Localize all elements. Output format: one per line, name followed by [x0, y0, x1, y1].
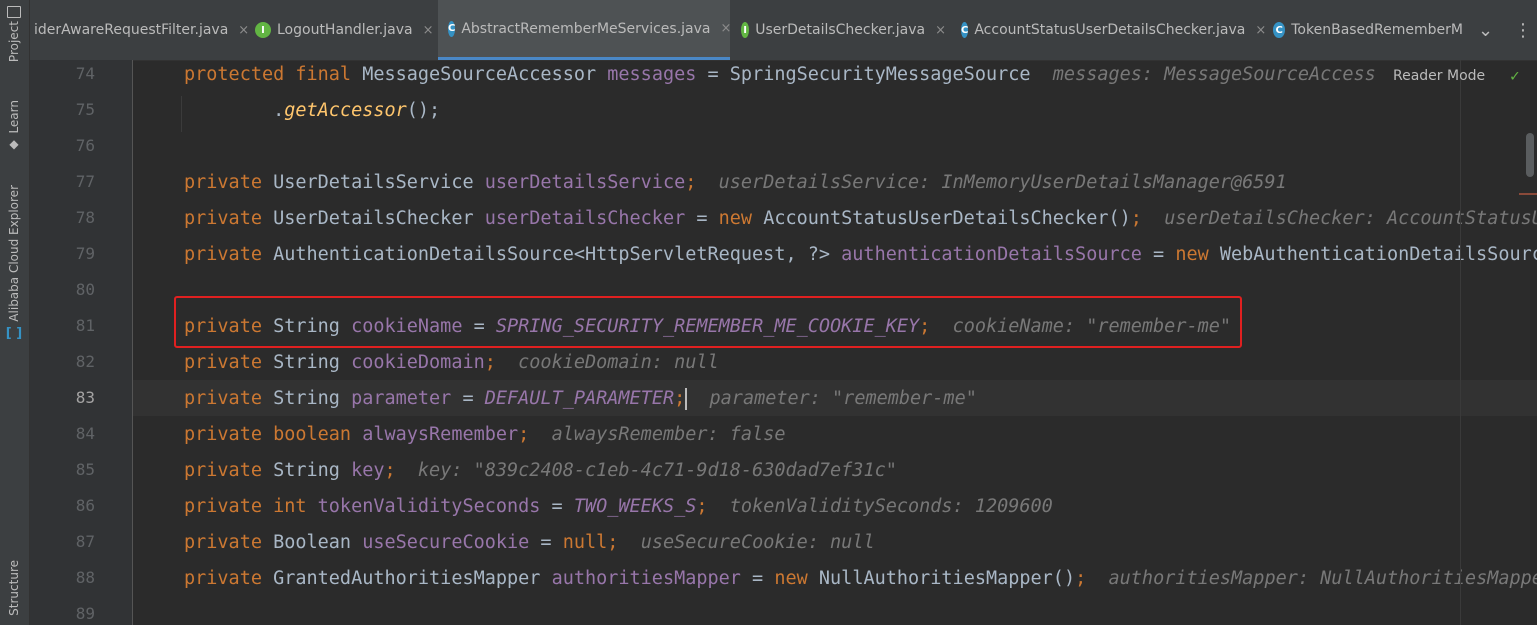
inline-value-hint: alwaysRemember: false: [551, 424, 786, 445]
line-number: 81: [75, 316, 95, 335]
inline-value-hint: key: "839c2408-c1eb-4c71-9d18-630dad7ef3…: [417, 460, 897, 481]
inline-value-hint: userDetailsService: InMemoryUserDetailsM…: [718, 172, 1287, 193]
tab-more-menu[interactable]: ⋮: [1514, 0, 1532, 60]
tab-label: AbstractRememberMeServices.java: [461, 20, 711, 37]
inline-value-hint: cookieDomain: null: [518, 352, 719, 373]
more-vertical-icon: ⋮: [1514, 19, 1532, 41]
code-line-83: private String parameter = DEFAULT_PARAM…: [184, 388, 977, 410]
inline-value-hint: parameter: "remember-me": [709, 388, 977, 409]
line-number: 76: [75, 136, 95, 155]
code-line-87: private Boolean useSecureCookie = null; …: [184, 532, 875, 553]
line-number: 74: [75, 64, 95, 83]
tab-abstract-remember-me-services[interactable]: C AbstractRememberMeServices.java ×: [438, 0, 731, 60]
line-number: 80: [75, 280, 95, 299]
close-icon[interactable]: ×: [935, 23, 946, 38]
close-icon[interactable]: ×: [1255, 23, 1266, 38]
checkmark-icon[interactable]: ✓: [1510, 66, 1520, 85]
project-label: Project: [7, 21, 21, 63]
indent-guide: [181, 96, 182, 132]
tab-account-status-user-details-checker[interactable]: C AccountStatusUserDetailsChecker.java ×: [961, 0, 1266, 60]
alibaba-cloud-icon: [ ]: [5, 325, 23, 341]
line-number-gutter[interactable]: 74 75 76 77 78 79 80 81 82 83 84 85 86 8…: [30, 60, 133, 625]
folder-icon: [7, 6, 21, 18]
code-line-77: private UserDetailsService userDetailsSe…: [184, 172, 1287, 193]
tab-label: iderAwareRequestFilter.java: [34, 22, 229, 38]
class-icon: C: [961, 22, 969, 38]
line-number: 75: [75, 100, 95, 119]
vertical-scrollbar-thumb[interactable]: [1526, 133, 1534, 177]
inline-value-hint: authoritiesMapper: NullAuthoritiesMapper: [1108, 568, 1537, 589]
code-line-84: private boolean alwaysRemember; alwaysRe…: [184, 424, 786, 445]
code-line-74: protected final MessageSourceAccessor me…: [184, 64, 1376, 85]
tab-user-details-checker[interactable]: I UserDetailsChecker.java ×: [741, 0, 946, 60]
inline-value-hint: useSecureCookie: null: [640, 532, 875, 553]
code-line-86: private int tokenValiditySeconds = TWO_W…: [184, 496, 1053, 517]
structure-label: Structure: [7, 560, 21, 616]
learn-tool-tab[interactable]: Learn ◆: [3, 100, 25, 151]
line-number: 87: [75, 532, 95, 551]
close-icon[interactable]: ×: [423, 23, 434, 38]
tab-header-aware-request-filter[interactable]: iderAwareRequestFilter.java ×: [30, 0, 249, 60]
tab-label: AccountStatusUserDetailsChecker.java: [974, 22, 1246, 38]
tab-token-based-remember-me[interactable]: C TokenBasedRememberM: [1273, 0, 1463, 60]
graduation-cap-icon: ◆: [9, 136, 19, 151]
tab-label: LogoutHandler.java: [277, 22, 413, 38]
code-line-88: private GrantedAuthoritiesMapper authori…: [184, 561, 1537, 597]
right-margin-guide: [1460, 60, 1461, 625]
code-line-78: private UserDetailsChecker userDetailsCh…: [184, 201, 1537, 237]
highlight-annotation-box: [174, 296, 1242, 348]
line-number: 79: [75, 244, 95, 263]
learn-label: Learn: [7, 100, 21, 134]
interface-icon: I: [255, 22, 271, 38]
tab-label: UserDetailsChecker.java: [755, 22, 926, 38]
tab-list-dropdown[interactable]: ⌄: [1478, 0, 1498, 60]
line-number: 77: [75, 172, 95, 191]
tab-label: TokenBasedRememberM: [1291, 22, 1463, 38]
alibaba-cloud-explorer-label: Alibaba Cloud Explorer: [7, 185, 21, 322]
code-line-75: .getAccessor();: [184, 100, 441, 121]
alibaba-cloud-explorer-tab[interactable]: Alibaba Cloud Explorer [ ]: [3, 185, 25, 341]
project-tool-tab[interactable]: Project: [3, 6, 25, 62]
inline-value-hint: messages: MessageSourceAccess: [1052, 64, 1376, 85]
line-number: 82: [75, 352, 95, 371]
interface-icon: I: [741, 22, 750, 38]
line-number: 78: [75, 208, 95, 227]
code-line-79: private AuthenticationDetailsSource<Http…: [184, 244, 1537, 265]
reader-mode-button[interactable]: Reader Mode: [1393, 68, 1485, 84]
inline-value-hint: userDetailsChecker: AccountStatusUs: [1164, 208, 1537, 229]
line-number: 86: [75, 496, 95, 515]
left-tool-strip: Project Learn ◆ Alibaba Cloud Explorer […: [0, 0, 30, 625]
code-line-85: private String key; key: "839c2408-c1eb-…: [184, 460, 897, 481]
current-line-number: 83: [75, 388, 95, 407]
line-number: 85: [75, 460, 95, 479]
close-icon[interactable]: ×: [720, 21, 731, 36]
class-icon: C: [1273, 22, 1286, 38]
chevron-down-icon: ⌄: [1478, 19, 1494, 41]
class-icon: C: [448, 20, 456, 37]
error-stripe-marker[interactable]: [1519, 193, 1537, 195]
line-number: 88: [75, 568, 95, 587]
line-number: 89: [75, 604, 95, 623]
text-caret: [685, 388, 688, 410]
inline-value-hint: tokenValiditySeconds: 1209600: [729, 496, 1053, 517]
tab-logout-handler[interactable]: I LogoutHandler.java ×: [255, 0, 445, 60]
code-line-82: private String cookieDomain; cookieDomai…: [184, 352, 719, 373]
structure-tool-tab[interactable]: Structure: [3, 560, 25, 616]
line-number: 84: [75, 424, 95, 443]
close-icon[interactable]: ×: [238, 23, 249, 38]
editor-tab-bar: iderAwareRequestFilter.java × I LogoutHa…: [30, 0, 1537, 61]
